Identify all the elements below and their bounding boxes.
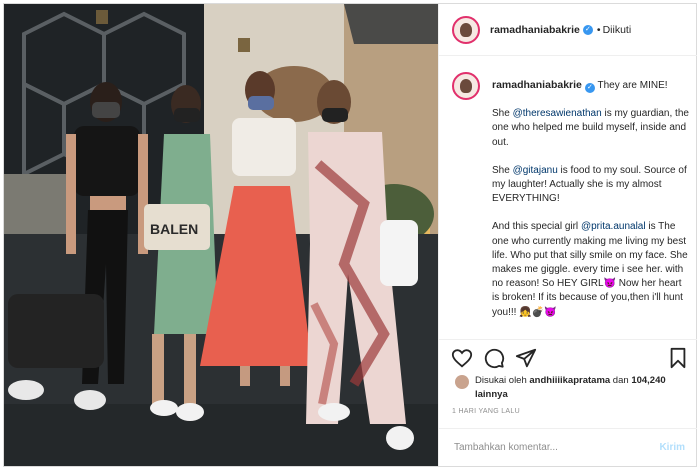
comment-input[interactable]	[452, 441, 636, 454]
liker-username[interactable]: andhiiiikapratama	[529, 375, 610, 386]
liker-avatar[interactable]	[455, 375, 469, 389]
comment-bar: Kirim	[439, 428, 697, 466]
caption-area: ramadhaniabakrie ✓ They are MINE! She @th…	[439, 56, 697, 340]
mention-link[interactable]: @gitajanu	[513, 165, 558, 176]
caption-paragraph-1: She @theresawienathan is my guardian, th…	[492, 108, 689, 148]
heart-icon[interactable]	[451, 347, 473, 369]
verified-badge-icon: ✓	[582, 24, 593, 35]
separator-dot: •	[596, 23, 601, 36]
author-avatar[interactable]	[452, 15, 480, 44]
post-header: ramadhaniabakrie ✓ • Diikuti	[439, 4, 697, 56]
verified-badge-icon: ✓	[584, 83, 595, 93]
caption-text: ramadhaniabakrie ✓ They are MINE! She @th…	[492, 78, 690, 334]
caption-paragraph-2: She @gitajanu is food to my soul. Source…	[492, 164, 687, 205]
post-timestamp[interactable]: 1 HARI YANG LALU	[452, 408, 520, 415]
likes-text: Disukai oleh andhiiiikapratama dan 104,2…	[475, 375, 666, 400]
mention-link[interactable]: @prita.aunalal	[581, 221, 646, 232]
share-icon[interactable]	[515, 347, 537, 369]
mention-link[interactable]: @theresawienathan	[513, 108, 602, 119]
caption-avatar[interactable]	[452, 72, 480, 100]
bookmark-icon[interactable]	[667, 347, 689, 369]
action-bar	[439, 340, 697, 376]
caption-username[interactable]: ramadhaniabakrie	[492, 79, 582, 91]
photo-illustration: BALEN	[4, 4, 438, 466]
post-comment-button[interactable]: Kirim	[659, 442, 685, 453]
caption-first-line: They are MINE!	[597, 80, 668, 91]
caption-paragraph-3: And this special girl @prita.aunalal is …	[492, 221, 688, 318]
post-photo[interactable]: BALEN	[4, 4, 438, 466]
comment-icon[interactable]	[483, 347, 505, 369]
follow-status-button[interactable]: Diikuti	[603, 24, 632, 36]
post-side-panel: ramadhaniabakrie ✓ • Diikuti ramadhaniab…	[438, 4, 697, 466]
bag-print-text: BALEN	[150, 221, 198, 237]
instagram-post: BALEN ramadhaniabakrie ✓ • Diikuti ramad…	[3, 3, 697, 467]
likes-summary: Disukai oleh andhiiiikapratama dan 104,2…	[455, 374, 693, 402]
author-username[interactable]: ramadhaniabakrie	[490, 24, 580, 36]
